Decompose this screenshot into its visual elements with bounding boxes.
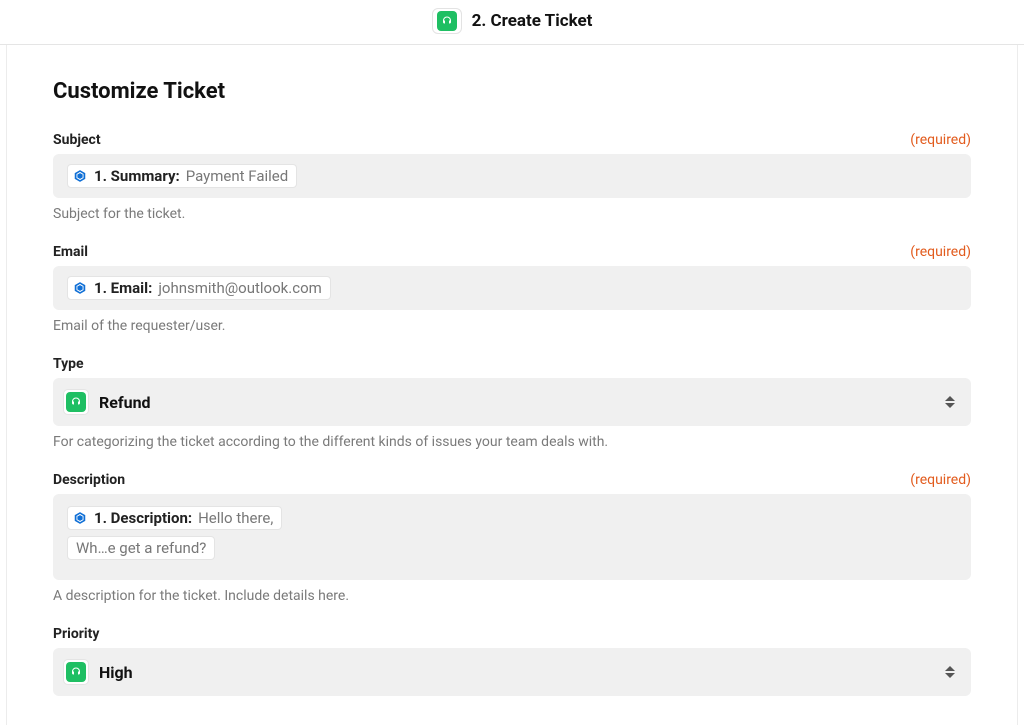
description-help: A description for the ticket. Include de… — [53, 588, 971, 604]
source-hex-icon — [72, 168, 88, 184]
email-required: (required) — [910, 244, 971, 260]
priority-value: High — [99, 663, 133, 682]
field-email: Email (required) 1. Email: johnsmith@out… — [53, 244, 971, 334]
freshdesk-icon — [66, 392, 86, 412]
type-value: Refund — [99, 393, 151, 412]
email-chip-value: johnsmith@outlook.com — [158, 279, 321, 297]
source-hex-icon — [72, 280, 88, 296]
field-subject: Subject (required) 1. Summary: Payment F… — [53, 132, 971, 222]
subject-help: Subject for the ticket. — [53, 206, 971, 222]
subject-input[interactable]: 1. Summary: Payment Failed — [53, 154, 971, 198]
field-description: Description (required) 1. Description: H… — [53, 472, 971, 604]
select-caret-icon — [943, 663, 957, 681]
type-app-badge — [63, 389, 89, 415]
type-help: For categorizing the ticket according to… — [53, 434, 971, 450]
subject-chip-value: Payment Failed — [186, 167, 288, 185]
subject-label: Subject — [53, 132, 101, 148]
step-header: 2. Create Ticket — [0, 0, 1024, 44]
page-panel: Customize Ticket Subject (required) 1. S… — [6, 45, 1018, 725]
description-chip-value: Hello there, — [198, 509, 273, 527]
description-input[interactable]: 1. Description: Hello there, Wh…e get a … — [53, 494, 971, 580]
email-label: Email — [53, 244, 88, 260]
priority-app-badge — [63, 659, 89, 685]
email-help: Email of the requester/user. — [53, 318, 971, 334]
step-app-badge — [432, 8, 462, 34]
description-label: Description — [53, 472, 125, 488]
freshdesk-icon — [66, 662, 86, 682]
email-chip[interactable]: 1. Email: johnsmith@outlook.com — [67, 276, 331, 300]
source-hex-icon — [72, 510, 88, 526]
subject-required: (required) — [910, 132, 971, 148]
email-chip-prefix: 1. Email: — [94, 279, 152, 297]
field-priority: Priority High — [53, 626, 971, 696]
description-chip[interactable]: 1. Description: Hello there, — [67, 506, 282, 530]
description-required: (required) — [910, 472, 971, 488]
subject-chip-prefix: 1. Summary: — [94, 167, 180, 185]
step-title: 2. Create Ticket — [472, 11, 593, 31]
priority-label: Priority — [53, 626, 99, 642]
description-chip-line2[interactable]: Wh…e get a refund? — [67, 536, 215, 560]
freshdesk-icon — [437, 11, 457, 31]
section-title: Customize Ticket — [53, 79, 971, 104]
subject-chip[interactable]: 1. Summary: Payment Failed — [67, 164, 297, 188]
description-chip-prefix: 1. Description: — [94, 509, 192, 527]
type-select[interactable]: Refund — [53, 378, 971, 426]
type-label: Type — [53, 356, 84, 372]
field-type: Type Refund For categorizing the ticket … — [53, 356, 971, 450]
select-caret-icon — [943, 393, 957, 411]
priority-select[interactable]: High — [53, 648, 971, 696]
email-input[interactable]: 1. Email: johnsmith@outlook.com — [53, 266, 971, 310]
